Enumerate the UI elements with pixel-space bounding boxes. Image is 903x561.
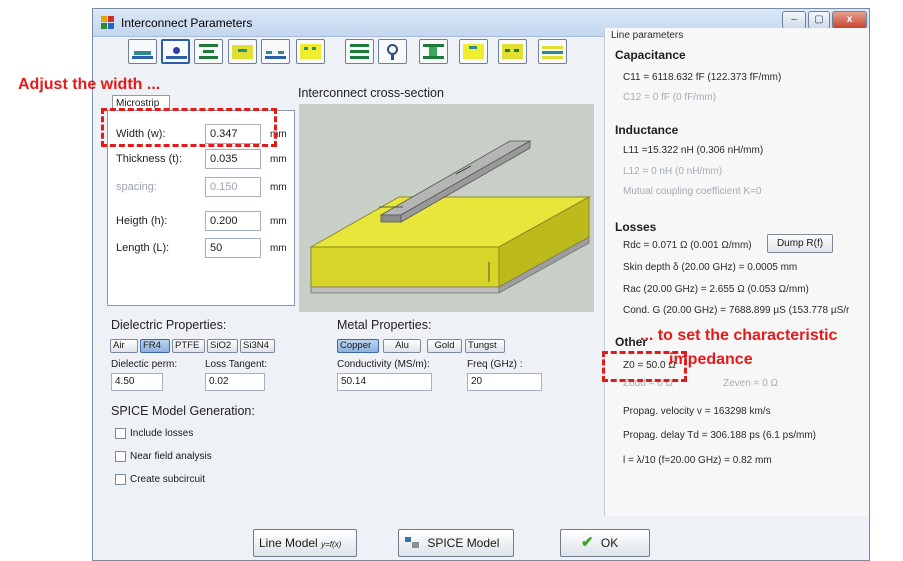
spacing-input[interactable]: 0.150 xyxy=(205,177,261,197)
c11-value: C11 = 6118.632 fF (122.373 fF/mm) xyxy=(623,72,782,83)
near-field-label: Near field analysis xyxy=(130,451,212,462)
differential-type-button[interactable] xyxy=(296,39,325,64)
thickness-unit: mm xyxy=(270,154,287,165)
inductance-title: Inductance xyxy=(615,123,679,137)
spacing-unit: mm xyxy=(270,182,287,193)
c12-value: C12 = 0 fF (0 fF/mm) xyxy=(623,92,717,103)
metal-gold-chip[interactable]: Gold xyxy=(427,339,462,353)
stripline-type-button[interactable] xyxy=(194,39,223,64)
window-title: Interconnect Parameters xyxy=(121,16,253,30)
ok-button[interactable]: ✔ OK xyxy=(560,529,650,557)
annotation-characteristic: ... to set the characteristic xyxy=(640,327,838,344)
line-model-button[interactable]: Line Model y=f(x) xyxy=(253,529,357,557)
dielectric-title: Dielectric Properties: xyxy=(111,318,227,332)
line-parameters-title: Line parameters xyxy=(611,30,684,41)
mutual-coupling-value: Mutual coupling coefficient K=0 xyxy=(623,186,762,197)
metal-title: Metal Properties: xyxy=(337,318,432,332)
line-model-suffix: y=f(x) xyxy=(321,540,342,549)
loss-tangent-input[interactable]: 0.02 xyxy=(205,373,265,391)
frequency-label: Freq (GHz) : xyxy=(467,359,523,370)
height-input[interactable]: 0.200 xyxy=(205,211,261,231)
dual-stripline-type-button[interactable] xyxy=(345,39,374,64)
lambda-value: l = λ/10 (f=20.00 GHz) = 0.82 mm xyxy=(623,455,772,466)
dielectric-sio2-chip[interactable]: SiO2 xyxy=(207,339,238,353)
include-losses-checkbox[interactable] xyxy=(115,428,126,439)
z0-highlight-box xyxy=(602,351,687,382)
embedded-microstrip-type-button[interactable] xyxy=(161,39,190,64)
thickness-label: Thickness (t): xyxy=(116,153,183,165)
line-model-label: Line Model xyxy=(259,536,318,550)
annotation-adjust-width: Adjust the width ... xyxy=(18,76,161,93)
rdc-value: Rdc = 0.071 Ω (0.001 Ω/mm) xyxy=(623,240,752,251)
coplanar-ground-type-button[interactable] xyxy=(261,39,290,64)
maximize-button[interactable]: ▢ xyxy=(808,11,830,29)
skin-depth-value: Skin depth δ (20.00 GHz) = 0.0005 mm xyxy=(623,262,798,273)
dump-rf-button[interactable]: Dump R(f) xyxy=(767,234,833,253)
create-subcircuit-label: Create subcircuit xyxy=(130,474,206,485)
height-label: Heigth (h): xyxy=(116,215,168,227)
line-parameters-panel: Line parameters Capacitance C11 = 6118.6… xyxy=(604,28,869,516)
thickness-input[interactable]: 0.035 xyxy=(205,149,261,169)
losses-title: Losses xyxy=(615,220,657,234)
metal-alu-chip[interactable]: Alu xyxy=(383,339,421,353)
width-highlight-box xyxy=(101,108,277,147)
zeven-value: Zeven = 0 Ω xyxy=(723,378,779,389)
l12-value: L12 = 0 nH (0 nH/mm) xyxy=(623,166,723,177)
multi-layer-type-button[interactable] xyxy=(538,39,567,64)
create-subcircuit-checkbox[interactable] xyxy=(115,474,126,485)
spice-model-label: SPICE Model xyxy=(427,536,500,550)
spice-model-icon xyxy=(405,537,419,548)
dielectric-si3n4-chip[interactable]: Si3N4 xyxy=(240,339,275,353)
ok-label: OK xyxy=(600,536,619,550)
length-input[interactable]: 50 xyxy=(205,238,261,258)
twin-line-type-button[interactable] xyxy=(419,39,448,64)
loss-tangent-label: Loss Tangent: xyxy=(205,359,268,370)
conductivity-label: Conductivity (MS/m): xyxy=(337,359,430,370)
metal-copper-chip[interactable]: Copper xyxy=(337,339,379,353)
metal-tungsten-chip[interactable]: Tungst xyxy=(465,339,505,353)
broadside-type-button[interactable] xyxy=(459,39,488,64)
delay-value: Propag. delay Td = 306.188 ps (6.1 ps/mm… xyxy=(623,430,816,441)
near-field-checkbox[interactable] xyxy=(115,451,126,462)
length-label: Length (L): xyxy=(116,242,170,254)
rac-value: Rac (20.00 GHz) = 2.655 Ω (0.053 Ω/mm) xyxy=(623,284,809,295)
height-unit: mm xyxy=(270,216,287,227)
coplanar-type-button[interactable] xyxy=(228,39,257,64)
length-unit: mm xyxy=(270,243,287,254)
buried-type-button[interactable] xyxy=(498,39,527,64)
app-icon xyxy=(101,16,115,30)
spacing-label: spacing: xyxy=(116,181,157,193)
spice-title: SPICE Model Generation: xyxy=(111,404,255,418)
minimize-button[interactable]: – xyxy=(782,11,806,29)
dielectric-ptfe-chip[interactable]: PTFE xyxy=(172,339,205,353)
velocity-value: Propag. velocity v = 163298 km/s xyxy=(623,406,771,417)
conductance-value: Cond. G (20.00 GHz) = 7688.899 µS (153.7… xyxy=(623,305,850,316)
capacitance-title: Capacitance xyxy=(615,48,686,62)
close-button[interactable]: x xyxy=(832,11,867,29)
dielectric-fr4-chip[interactable]: FR4 xyxy=(140,339,170,353)
cross-section-diagram xyxy=(299,104,594,312)
checkmark-icon: ✔ xyxy=(581,534,594,551)
microstrip-type-button[interactable] xyxy=(128,39,157,64)
spice-model-button[interactable]: SPICE Model xyxy=(398,529,514,557)
frequency-input[interactable]: 20 xyxy=(467,373,542,391)
wire-type-button[interactable] xyxy=(378,39,407,64)
conductivity-input[interactable]: 50.14 xyxy=(337,373,432,391)
dielectric-perm-input[interactable]: 4.50 xyxy=(111,373,163,391)
include-losses-label: Include losses xyxy=(130,428,194,439)
l11-value: L11 =15.322 nH (0.306 nH/mm) xyxy=(623,145,764,156)
cross-section-title: Interconnect cross-section xyxy=(298,86,444,100)
dielectric-air-chip[interactable]: Air xyxy=(110,339,138,353)
dielectric-perm-label: Dielectic perm: xyxy=(111,359,178,370)
